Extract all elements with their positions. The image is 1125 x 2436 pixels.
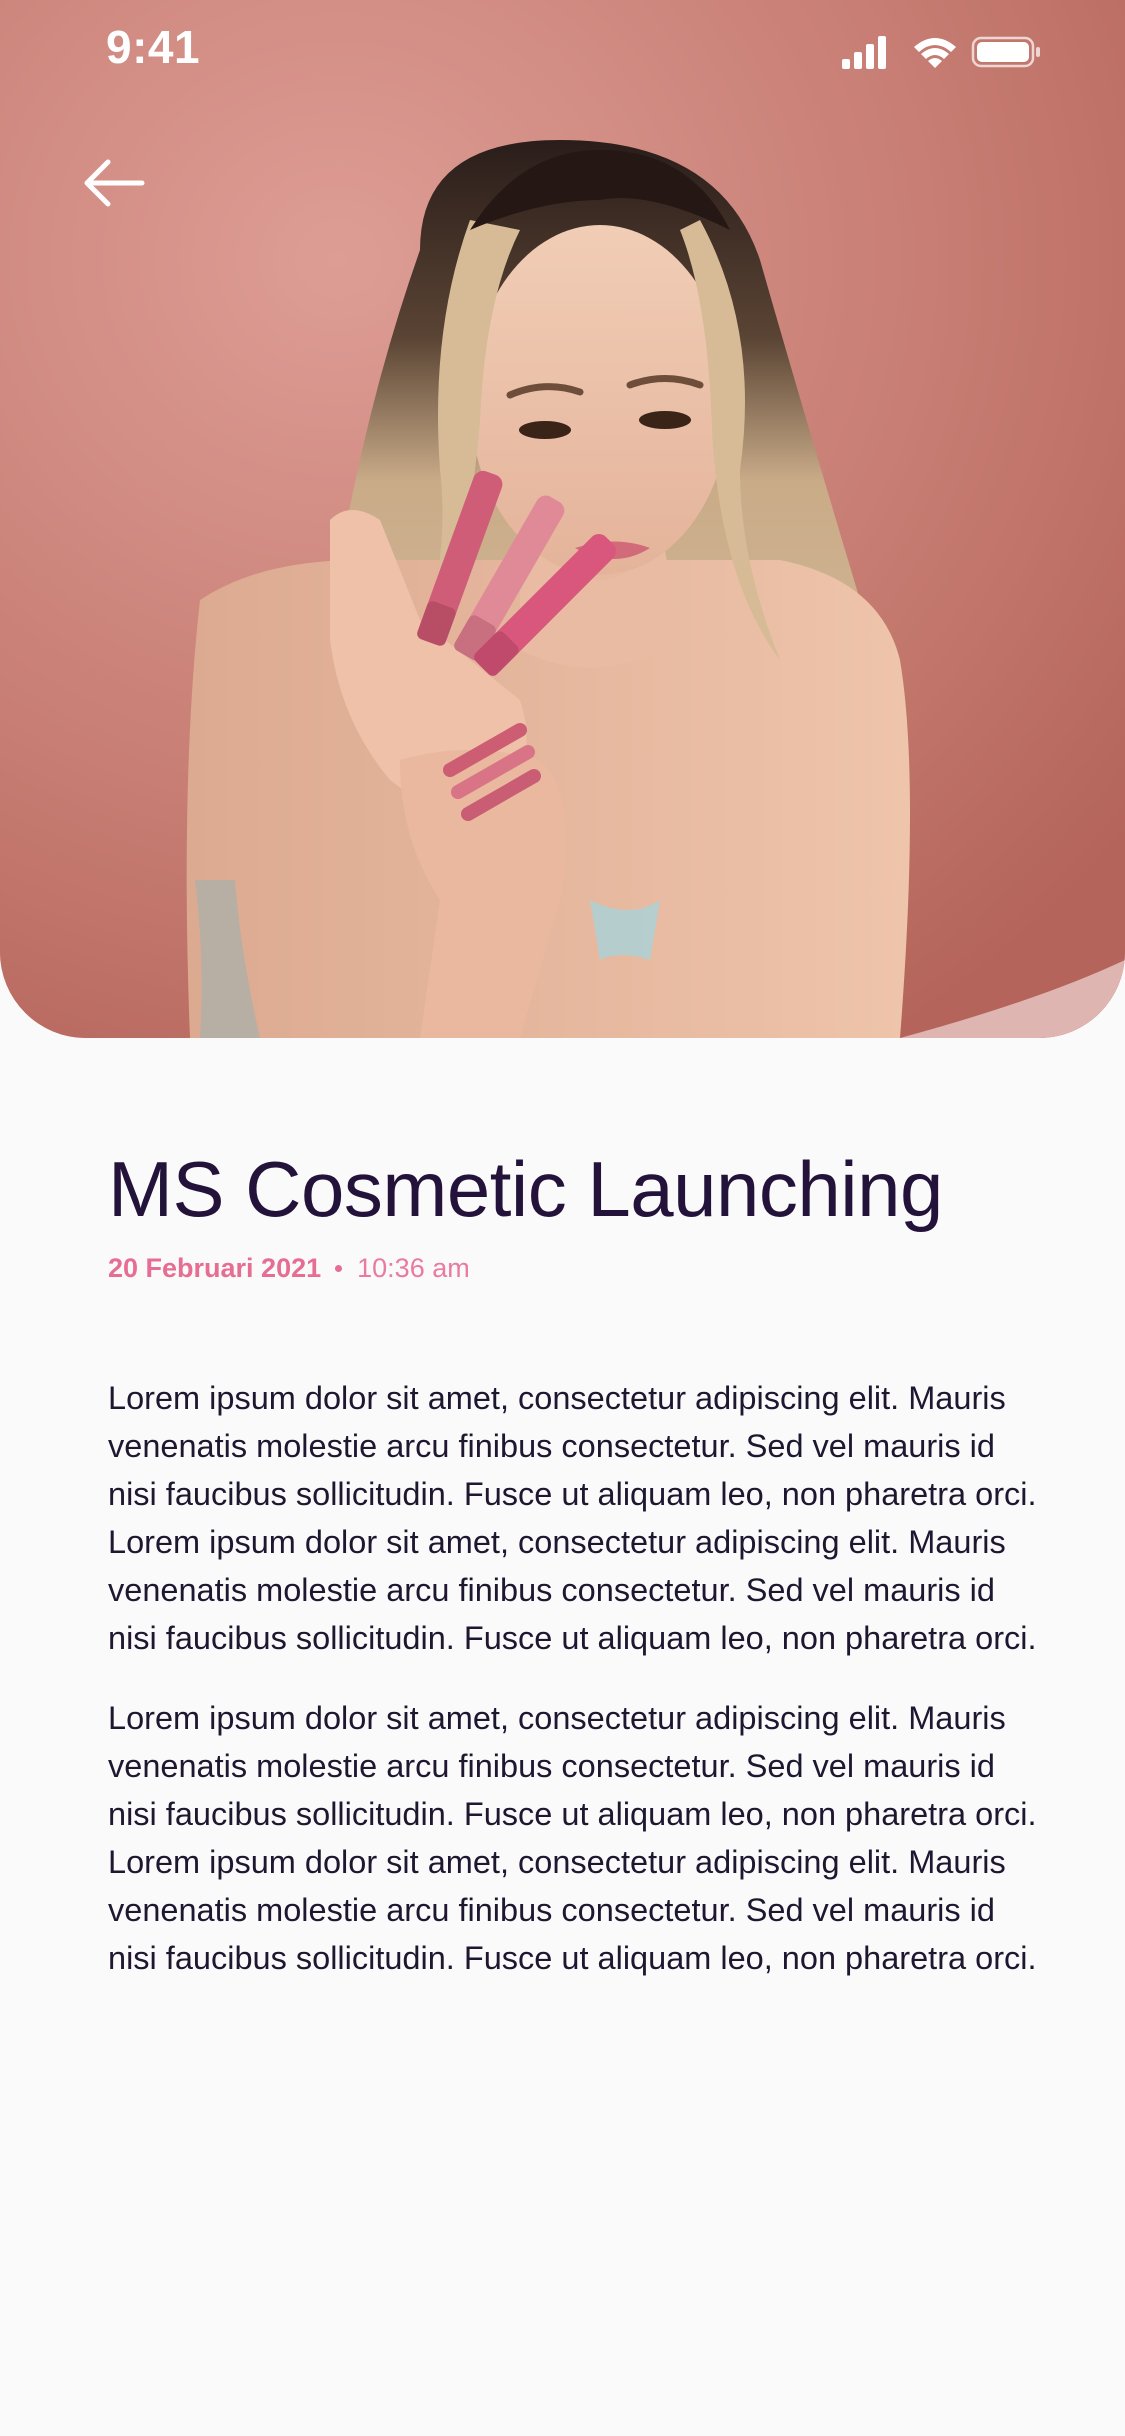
battery-icon (971, 36, 1040, 68)
wifi-icon (914, 38, 956, 68)
cellular-signal-icon (842, 36, 886, 69)
article-time: 10:36 am (357, 1253, 470, 1283)
status-bar: 9:41 (0, 0, 1125, 132)
article-paragraph: Lorem ipsum dolor sit amet, consectetur … (108, 1380, 1037, 1656)
article-meta: 20 Februari 2021 10:36 am (108, 1250, 1038, 1286)
hero-photo (0, 0, 1125, 1038)
article-content: MS Cosmetic Launching 20 Februari 2021 1… (108, 1140, 1038, 2014)
article-paragraph: Lorem ipsum dolor sit amet, consectetur … (108, 1700, 1037, 1976)
status-time: 9:41 (106, 21, 201, 73)
hero-image: 9:41 (0, 0, 1125, 1038)
article-body: Lorem ipsum dolor sit amet, consectetur … (108, 1374, 1038, 1982)
arrow-left-icon (84, 159, 145, 207)
separator-dot (335, 1264, 343, 1272)
article-detail-screen: 9:41 MS Cosmetic Launching 20 Februari 2… (0, 0, 1125, 2436)
article-date: 20 Februari 2021 (108, 1253, 322, 1283)
back-button[interactable] (78, 150, 150, 216)
article-title: MS Cosmetic Launching (108, 1145, 943, 1233)
status-icons (842, 36, 1040, 69)
